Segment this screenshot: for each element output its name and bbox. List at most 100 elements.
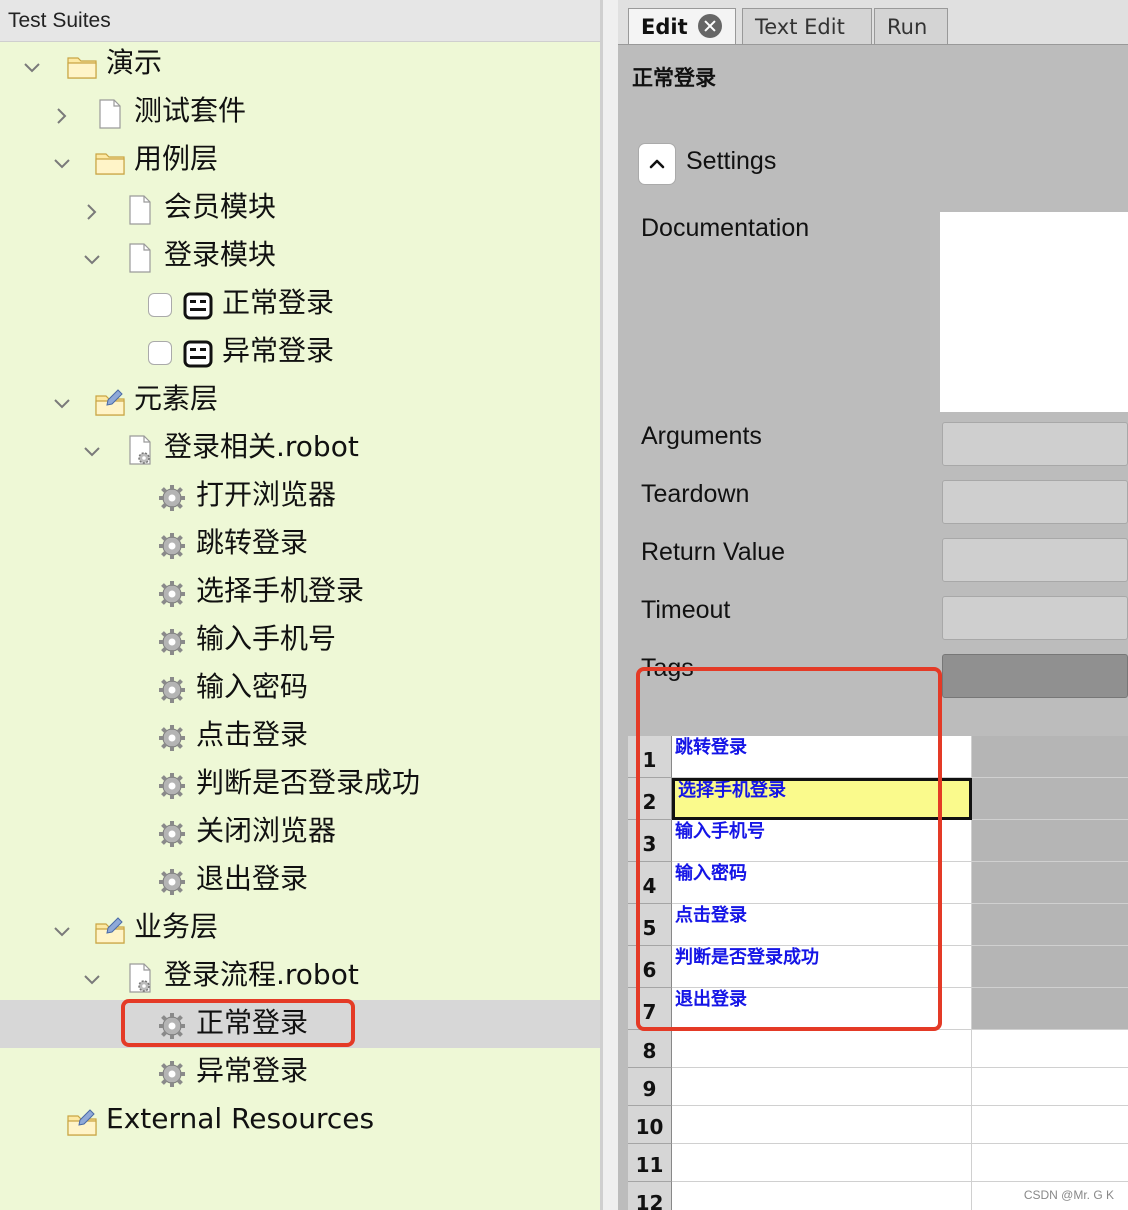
argument-cell[interactable] <box>972 820 1128 862</box>
tree-node-label: 登录相关.robot <box>164 430 359 463</box>
tree-node[interactable]: 退出登录 <box>0 856 600 904</box>
tab-text-edit[interactable]: Text Edit <box>742 8 872 44</box>
row-number[interactable]: 8 <box>628 1030 672 1068</box>
keyword-gear-icon <box>156 818 188 850</box>
tree-node[interactable]: 用例层 <box>0 136 600 184</box>
row-number[interactable]: 12 <box>628 1182 672 1210</box>
chevron-down-icon[interactable] <box>54 924 70 940</box>
chevron-down-icon[interactable] <box>84 972 100 988</box>
argument-cell[interactable] <box>972 988 1128 1030</box>
folder-icon <box>94 146 126 178</box>
tree-node-label: 判断是否登录成功 <box>196 766 421 799</box>
grid-row: 11 <box>628 1144 1128 1182</box>
teardown-label: Teardown <box>641 480 750 508</box>
chevron-down-icon[interactable] <box>84 252 100 268</box>
tree-node[interactable]: 打开浏览器 <box>0 472 600 520</box>
tree-node-label: 输入密码 <box>196 670 309 703</box>
tree-node-label: 业务层 <box>134 910 219 943</box>
argument-cell[interactable] <box>972 1144 1128 1182</box>
tab-run-label: Run <box>887 15 928 39</box>
chevron-down-icon[interactable] <box>54 396 70 412</box>
tree-node-label: 测试套件 <box>134 94 247 127</box>
tree-node[interactable]: 输入密码 <box>0 664 600 712</box>
documentation-field[interactable] <box>940 212 1128 412</box>
tree-node[interactable]: 演示 <box>0 40 600 88</box>
tree-node-label: 点击登录 <box>196 718 309 751</box>
tree-node[interactable]: 点击登录 <box>0 712 600 760</box>
tree-node-label: External Resources <box>106 1102 375 1135</box>
chevron-down-icon[interactable] <box>54 156 70 172</box>
argument-cell[interactable] <box>972 1068 1128 1106</box>
argument-cell[interactable] <box>972 1106 1128 1144</box>
tree-node-label: 登录模块 <box>164 238 277 271</box>
chevron-right-icon[interactable] <box>54 108 70 124</box>
tab-edit[interactable]: Edit <box>628 8 736 44</box>
tree-node[interactable]: 业务层 <box>0 904 600 952</box>
grid-row: 9 <box>628 1068 1128 1106</box>
chevron-up-icon <box>649 159 665 169</box>
tree-node[interactable]: 测试套件 <box>0 88 600 136</box>
chevron-right-icon[interactable] <box>84 204 100 220</box>
tree-node-label: 跳转登录 <box>196 526 309 559</box>
resource-folder-icon <box>94 386 126 418</box>
tree-node[interactable]: External Resources <box>0 1096 600 1144</box>
arguments-field[interactable] <box>942 422 1128 466</box>
keyword-cell[interactable] <box>672 1106 972 1144</box>
chevron-down-icon[interactable] <box>24 60 40 76</box>
tags-field[interactable] <box>942 654 1128 698</box>
tree-node[interactable]: 选择手机登录 <box>0 568 600 616</box>
tree-node-label: 演示 <box>106 46 163 79</box>
tree-node[interactable]: 登录相关.robot <box>0 424 600 472</box>
row-number[interactable]: 10 <box>628 1106 672 1144</box>
keyword-cell[interactable] <box>672 1068 972 1106</box>
test-checkbox[interactable] <box>148 293 172 317</box>
keyword-cell[interactable] <box>672 1182 972 1210</box>
folder-icon <box>66 50 98 82</box>
editor-tabs: Edit Text Edit Run <box>618 0 1128 45</box>
tree-node-label: 异常登录 <box>222 334 335 367</box>
return-value-field[interactable] <box>942 538 1128 582</box>
tab-text-edit-label: Text Edit <box>755 15 845 39</box>
argument-cell[interactable] <box>972 904 1128 946</box>
tree-node[interactable]: 关闭浏览器 <box>0 808 600 856</box>
row-number[interactable]: 9 <box>628 1068 672 1106</box>
tree-node-label: 退出登录 <box>196 862 309 895</box>
resource-file-icon <box>124 962 156 994</box>
tree-node-label: 关闭浏览器 <box>196 814 337 847</box>
close-icon[interactable] <box>697 14 722 38</box>
tree-node[interactable]: 判断是否登录成功 <box>0 760 600 808</box>
tree-node[interactable]: 元素层 <box>0 376 600 424</box>
keyword-cell[interactable] <box>672 1030 972 1068</box>
return-value-label: Return Value <box>641 538 786 566</box>
tree-node-label: 会员模块 <box>164 190 277 223</box>
annotation-box-steps <box>636 667 942 1031</box>
tree-node-label: 正常登录 <box>222 286 335 319</box>
tab-run[interactable]: Run <box>874 8 948 44</box>
keyword-cell[interactable] <box>672 1144 972 1182</box>
argument-cell[interactable] <box>972 778 1128 820</box>
tree-node[interactable]: 输入手机号 <box>0 616 600 664</box>
tree-node[interactable]: 正常登录 <box>0 280 600 328</box>
resource-file-icon <box>124 434 156 466</box>
tree-node-label: 打开浏览器 <box>196 478 337 511</box>
keyword-title: 正常登录 <box>632 66 716 90</box>
argument-cell[interactable] <box>972 862 1128 904</box>
tree-node[interactable]: 会员模块 <box>0 184 600 232</box>
teardown-field[interactable] <box>942 480 1128 524</box>
keyword-gear-icon <box>156 482 188 514</box>
tree-node[interactable]: 登录模块 <box>0 232 600 280</box>
argument-cell[interactable] <box>972 736 1128 778</box>
timeout-field[interactable] <box>942 596 1128 640</box>
tree-node[interactable]: 异常登录 <box>0 1048 600 1096</box>
tree-node[interactable]: 跳转登录 <box>0 520 600 568</box>
argument-cell[interactable] <box>972 1030 1128 1068</box>
argument-cell[interactable] <box>972 946 1128 988</box>
test-checkbox[interactable] <box>148 341 172 365</box>
chevron-down-icon[interactable] <box>84 444 100 460</box>
tree-node[interactable]: 登录流程.robot <box>0 952 600 1000</box>
row-number[interactable]: 11 <box>628 1144 672 1182</box>
settings-collapse-button[interactable] <box>638 143 676 185</box>
tree-node[interactable]: 异常登录 <box>0 328 600 376</box>
annotation-box-selected-keyword <box>121 999 355 1047</box>
keyword-gear-icon <box>156 722 188 754</box>
